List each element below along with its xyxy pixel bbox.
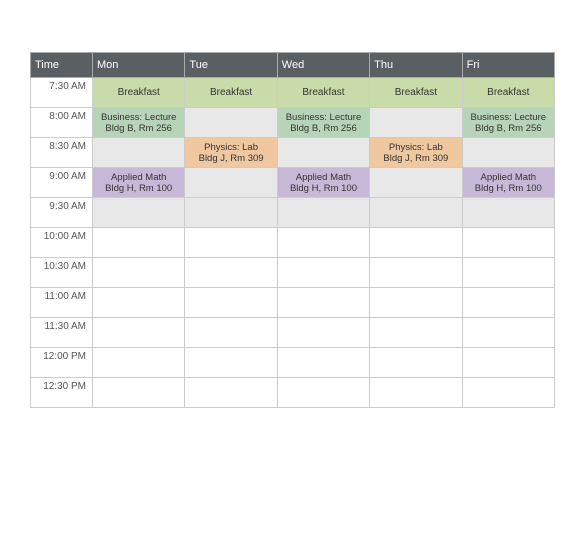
schedule-cell-mon xyxy=(93,318,185,348)
time-cell: 12:00 PM xyxy=(31,348,93,378)
col-header-thu: Thu xyxy=(370,53,462,78)
schedule-cell-mon xyxy=(93,378,185,408)
schedule-cell-tue xyxy=(185,318,277,348)
time-cell: 10:30 AM xyxy=(31,258,93,288)
schedule-cell-tue xyxy=(185,288,277,318)
schedule-cell-mon xyxy=(93,288,185,318)
schedule-cell-thu xyxy=(370,108,462,138)
schedule-cell-tue xyxy=(185,108,277,138)
table-row: 9:00 AMApplied Math Bldg H, Rm 100Applie… xyxy=(31,168,555,198)
table-row: 12:00 PM xyxy=(31,348,555,378)
table-header-row: TimeMonTueWedThuFri xyxy=(31,53,555,78)
time-cell: 12:30 PM xyxy=(31,378,93,408)
schedule-cell-fri: Breakfast xyxy=(462,78,554,108)
schedule-cell-mon xyxy=(93,228,185,258)
schedule-cell-thu xyxy=(370,288,462,318)
schedule-cell-fri xyxy=(462,348,554,378)
time-cell: 11:00 AM xyxy=(31,288,93,318)
table-row: 12:30 PM xyxy=(31,378,555,408)
col-header-mon: Mon xyxy=(93,53,185,78)
schedule-cell-thu xyxy=(370,318,462,348)
table-row: 10:00 AM xyxy=(31,228,555,258)
schedule-cell-fri: Applied Math Bldg H, Rm 100 xyxy=(462,168,554,198)
schedule-cell-thu xyxy=(370,198,462,228)
schedule-cell-wed: Breakfast xyxy=(277,78,369,108)
schedule-cell-mon xyxy=(93,138,185,168)
schedule-cell-wed: Applied Math Bldg H, Rm 100 xyxy=(277,168,369,198)
schedule-cell-tue: Breakfast xyxy=(185,78,277,108)
schedule-cell-wed xyxy=(277,198,369,228)
schedule-cell-fri xyxy=(462,318,554,348)
schedule-cell-fri xyxy=(462,288,554,318)
schedule-cell-wed xyxy=(277,378,369,408)
schedule-cell-tue xyxy=(185,198,277,228)
schedule-cell-fri xyxy=(462,228,554,258)
schedule-cell-wed: Business: Lecture Bldg B, Rm 256 xyxy=(277,108,369,138)
time-cell: 9:30 AM xyxy=(31,198,93,228)
time-cell: 8:00 AM xyxy=(31,108,93,138)
time-cell: 7:30 AM xyxy=(31,78,93,108)
col-header-fri: Fri xyxy=(462,53,554,78)
schedule-cell-mon: Applied Math Bldg H, Rm 100 xyxy=(93,168,185,198)
schedule-cell-tue xyxy=(185,348,277,378)
time-cell: 10:00 AM xyxy=(31,228,93,258)
schedule-cell-wed xyxy=(277,288,369,318)
schedule-cell-fri xyxy=(462,198,554,228)
schedule-cell-thu: Breakfast xyxy=(370,78,462,108)
schedule-cell-wed xyxy=(277,138,369,168)
schedule-cell-thu xyxy=(370,258,462,288)
schedule-table: TimeMonTueWedThuFri 7:30 AMBreakfastBrea… xyxy=(30,52,555,408)
schedule-cell-thu: Physics: Lab Bldg J, Rm 309 xyxy=(370,138,462,168)
schedule-cell-mon xyxy=(93,348,185,378)
table-row: 8:00 AMBusiness: Lecture Bldg B, Rm 256B… xyxy=(31,108,555,138)
table-row: 8:30 AM Physics: Lab Bldg J, Rm 309 Physic… xyxy=(31,138,555,168)
table-row: 10:30 AM xyxy=(31,258,555,288)
schedule-cell-wed xyxy=(277,258,369,288)
schedule-cell-mon: Business: Lecture Bldg B, Rm 256 xyxy=(93,108,185,138)
schedule-cell-tue xyxy=(185,168,277,198)
schedule-cell-fri: Business: Lecture Bldg B, Rm 256 xyxy=(462,108,554,138)
schedule-cell-thu xyxy=(370,378,462,408)
table-row: 9:30 AM xyxy=(31,198,555,228)
table-row: 11:30 AM xyxy=(31,318,555,348)
table-row: 7:30 AMBreakfastBreakfastBreakfastBreakf… xyxy=(31,78,555,108)
schedule-cell-tue xyxy=(185,378,277,408)
col-header-wed: Wed xyxy=(277,53,369,78)
schedule-cell-thu xyxy=(370,168,462,198)
schedule-cell-mon xyxy=(93,198,185,228)
schedule-cell-fri xyxy=(462,378,554,408)
schedule-cell-mon: Breakfast xyxy=(93,78,185,108)
schedule-cell-wed xyxy=(277,318,369,348)
schedule-cell-fri xyxy=(462,138,554,168)
schedule-cell-tue xyxy=(185,258,277,288)
schedule-cell-thu xyxy=(370,228,462,258)
col-header-time: Time xyxy=(31,53,93,78)
schedule-cell-wed xyxy=(277,228,369,258)
time-cell: 8:30 AM xyxy=(31,138,93,168)
schedule-cell-fri xyxy=(462,258,554,288)
time-cell: 9:00 AM xyxy=(31,168,93,198)
col-header-tue: Tue xyxy=(185,53,277,78)
time-cell: 11:30 AM xyxy=(31,318,93,348)
schedule-cell-tue xyxy=(185,228,277,258)
schedule-cell-wed xyxy=(277,348,369,378)
schedule-cell-thu xyxy=(370,348,462,378)
table-row: 11:00 AM xyxy=(31,288,555,318)
schedule-cell-tue: Physics: Lab Bldg J, Rm 309 xyxy=(185,138,277,168)
schedule-cell-mon xyxy=(93,258,185,288)
